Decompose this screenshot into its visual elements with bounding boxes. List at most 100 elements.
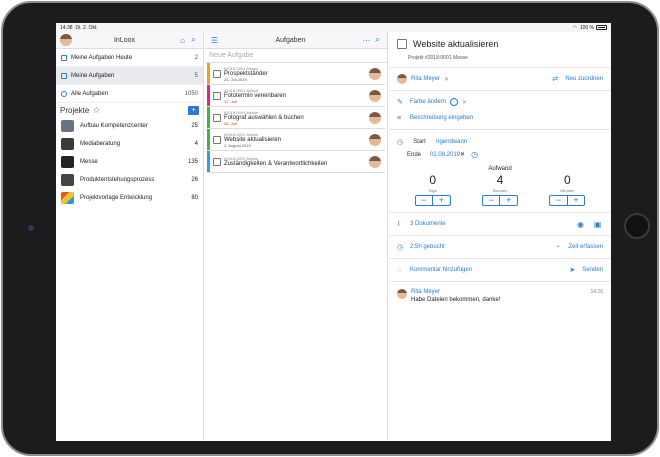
nav-all-tasks[interactable]: Alle Aufgaben 1050 xyxy=(56,85,203,103)
description-input[interactable]: Beschreibung eingeben xyxy=(410,115,473,121)
remove-assignee-icon[interactable]: ✕ xyxy=(444,76,449,83)
send-button[interactable]: Senden xyxy=(582,267,603,273)
nav-label: Meine Aufgaben Heute xyxy=(71,54,133,61)
task-checkbox[interactable] xyxy=(213,114,221,122)
home-button[interactable] xyxy=(624,213,650,239)
change-color-button[interactable]: Farbe ändern xyxy=(410,99,446,105)
task-checkbox[interactable] xyxy=(213,92,221,100)
project-item[interactable]: Mediaberatung 4 xyxy=(56,135,203,153)
assignee-name[interactable]: Rita Meyer xyxy=(411,76,440,82)
days-stepper[interactable]: − + xyxy=(414,195,451,206)
wifi-icon: ◠ xyxy=(572,24,577,31)
task-project-link[interactable]: Projekt #2018-0001 Messe xyxy=(408,55,603,61)
timer-icon: ◔ xyxy=(555,243,560,251)
project-item[interactable]: Messe 135 xyxy=(56,153,203,171)
task-assignee-avatar xyxy=(369,156,381,168)
task-assignee-avatar xyxy=(369,68,381,80)
hours-stepper[interactable]: − + xyxy=(481,195,518,206)
task-title[interactable]: Website aktualisieren xyxy=(413,39,498,49)
minutes-stepper[interactable]: − + xyxy=(549,195,586,206)
add-project-button[interactable]: + xyxy=(188,105,199,115)
project-count: 80 xyxy=(191,195,198,201)
comment-time: 14:26 xyxy=(590,289,603,295)
reassign-button[interactable]: Neu zuordnen xyxy=(565,76,603,82)
task-assignee-avatar xyxy=(369,90,381,102)
navigation-pane: InLoox ⌂ ⌕ Meine Aufgaben Heute 2 Meine … xyxy=(56,32,204,441)
comment-author-avatar xyxy=(397,289,407,299)
nav-count: 1050 xyxy=(184,90,198,97)
effort-unit: Stunden xyxy=(492,188,508,193)
project-label: Messe xyxy=(80,159,98,165)
task-date: 26. Juli xyxy=(224,120,237,126)
task-complete-checkbox[interactable] xyxy=(397,39,407,49)
task-color-bar xyxy=(207,63,210,84)
task-checkbox[interactable] xyxy=(213,70,221,78)
task-item[interactable]: #2018-0001 Messe Zuständigkeiten & Veran… xyxy=(207,151,385,173)
project-item[interactable]: Aufbau Kompetenzcenter 25 xyxy=(56,117,203,135)
increment-button[interactable]: + xyxy=(566,196,585,205)
task-item-selected[interactable]: #2018-0001 Messe Website aktualisieren 2… xyxy=(207,129,385,151)
navigation-header: InLoox ⌂ ⌕ xyxy=(56,32,203,49)
dates-section: ◷ Start irgendwann Ende 02.08.2019 ✕ ◷ xyxy=(389,133,611,163)
comment-icon: ◌ xyxy=(397,266,402,274)
comment-input[interactable]: Kommentar hinzufügen xyxy=(410,267,472,273)
booked-time[interactable]: 2,5h gebucht xyxy=(410,244,445,250)
decrement-button[interactable]: − xyxy=(416,196,433,205)
project-item[interactable]: Projektvorlage Entwicklung 80 xyxy=(56,189,203,207)
start-date-field[interactable]: irgendwann xyxy=(436,139,467,145)
search-icon[interactable]: ⌕ xyxy=(188,35,199,46)
decrement-button[interactable]: − xyxy=(483,196,500,205)
clear-color-icon[interactable]: ✕ xyxy=(462,99,467,106)
image-icon[interactable]: ▣ xyxy=(592,219,603,230)
task-checkbox[interactable] xyxy=(213,136,221,144)
project-count: 25 xyxy=(191,123,198,129)
user-avatar[interactable] xyxy=(60,34,72,46)
documents-row: ⌇ 3 Dokumente ◉ ▣ xyxy=(389,216,611,232)
task-date: 26. Juli 2019 xyxy=(224,76,247,82)
search-icon[interactable]: ⌕ xyxy=(372,35,383,46)
effort-value: 4 xyxy=(496,173,504,187)
inbox-icon[interactable]: ⌂ xyxy=(177,35,188,46)
task-color-bar xyxy=(207,85,210,106)
color-swatch[interactable] xyxy=(450,98,459,106)
camera xyxy=(28,225,34,231)
end-date-field[interactable]: 02.08.2019 xyxy=(430,152,460,158)
nav-my-tasks[interactable]: Meine Aufgaben 5 xyxy=(56,67,203,85)
reminder-clock-icon[interactable]: ◷ xyxy=(469,149,480,160)
project-thumbnail xyxy=(61,174,74,186)
send-icon: ➤ xyxy=(569,267,576,274)
tablet-frame: 14:38 Di. 2. Okt. ◠ 100 % InLoox ⌂ ⌕ Mei… xyxy=(1,1,659,456)
increment-button[interactable]: + xyxy=(432,196,450,205)
new-task-input[interactable]: Neue Aufgabe xyxy=(205,49,387,63)
calendar-icon xyxy=(61,54,67,61)
track-time-button[interactable]: Zeit erfassen xyxy=(568,244,603,250)
task-checkbox[interactable] xyxy=(213,158,221,166)
decrement-button[interactable]: − xyxy=(550,196,567,205)
star-icon[interactable]: ☆ xyxy=(92,105,100,116)
status-time: 14:38 xyxy=(60,24,73,31)
task-list-pane: ☰ Aufgaben ⋯ ⌕ Neue Aufgabe #2018-0001 M… xyxy=(205,32,388,441)
start-label: Start xyxy=(413,138,426,145)
documents-link[interactable]: 3 Dokumente xyxy=(410,221,446,227)
project-thumbnail xyxy=(61,120,74,132)
more-icon[interactable]: ⋯ xyxy=(361,35,372,46)
task-list-title: Aufgaben xyxy=(275,36,306,44)
task-date: 2. August 2019 xyxy=(224,142,251,148)
battery-percent: 100 % xyxy=(579,24,594,31)
comment-item: Rita Meyer Habe Dateien bekommen, danke!… xyxy=(389,285,611,307)
task-item[interactable]: #2018-0001 Messe Fotograf auswählen & bu… xyxy=(207,107,385,129)
menu-icon[interactable]: ☰ xyxy=(209,35,220,46)
task-item[interactable]: #2018-0001 Messe Fototermin vereinbaren … xyxy=(207,85,385,107)
clear-end-date-icon[interactable]: ✕ xyxy=(460,151,465,158)
effort-unit: Minuten xyxy=(560,188,575,193)
effort-hours: 4 Stunden − + xyxy=(475,173,525,206)
task-assignee-avatar xyxy=(369,112,381,124)
effort-unit: Tage xyxy=(428,188,437,193)
project-item[interactable]: Produktentstehungsprozess 26 xyxy=(56,171,203,189)
increment-button[interactable]: + xyxy=(499,196,517,205)
task-item[interactable]: #2018-0001 Messe Prospektständer 26. Jul… xyxy=(207,63,385,85)
camera-icon[interactable]: ◉ xyxy=(575,219,586,230)
nav-my-tasks-today[interactable]: Meine Aufgaben Heute 2 xyxy=(56,49,203,67)
end-label: Ende xyxy=(407,151,422,158)
clock-icon: ◷ xyxy=(397,138,404,146)
